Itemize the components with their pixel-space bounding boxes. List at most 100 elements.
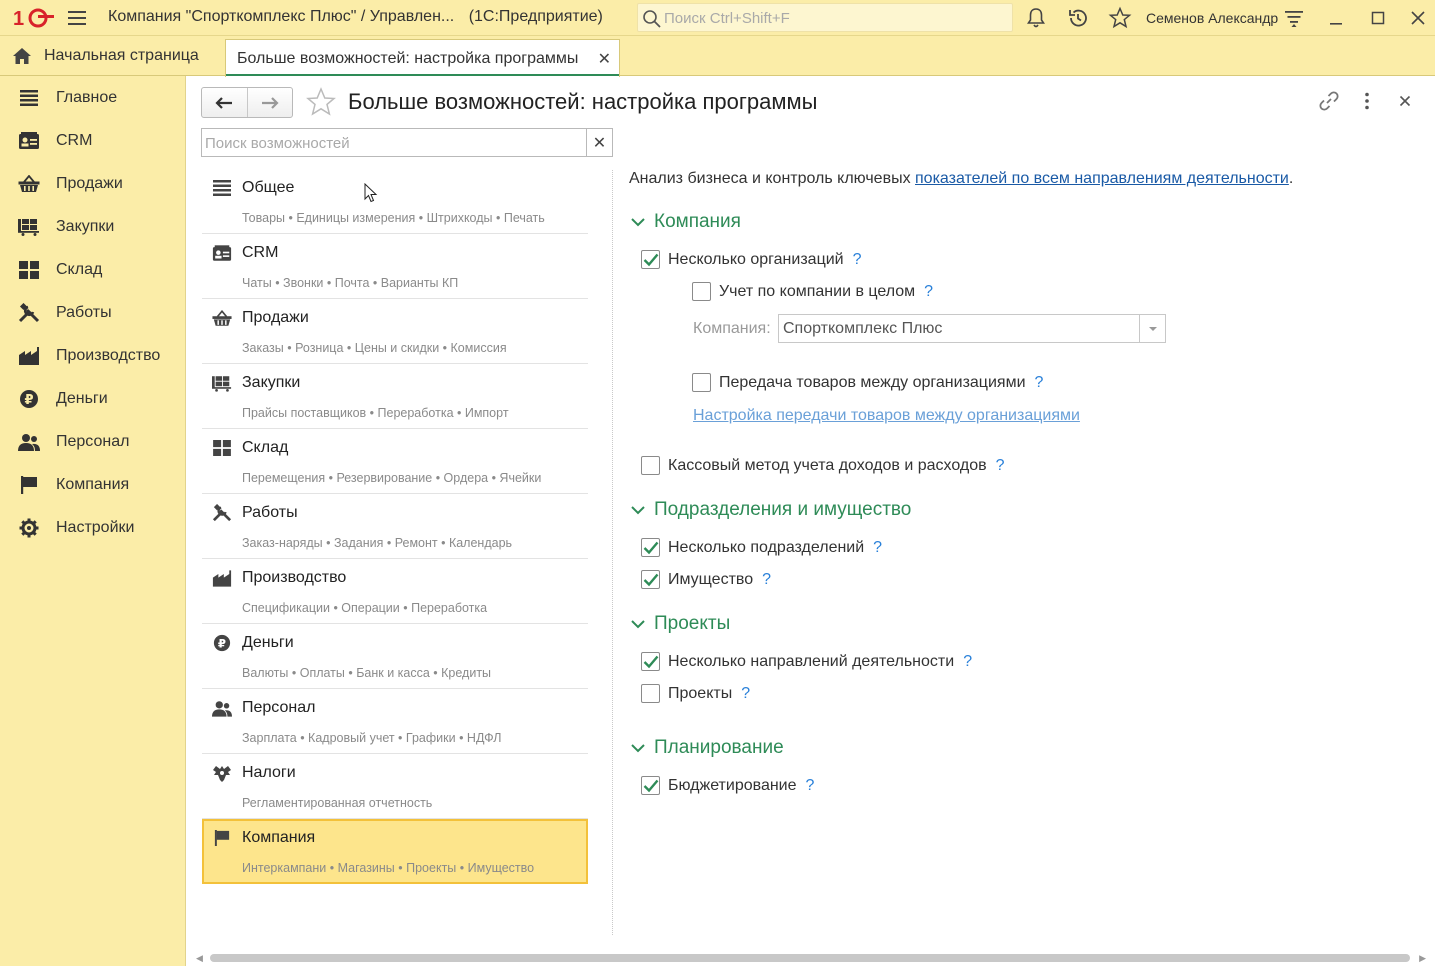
- option-multi-dir[interactable]: Несколько направлений деятельности ?: [641, 652, 972, 671]
- option-company-whole[interactable]: Учет по компании в целом ?: [692, 282, 933, 301]
- section-item[interactable]: CRM Чаты • Звонки • Почта • Варианты КП: [202, 234, 588, 299]
- section-item[interactable]: Закупки Прайсы поставщиков • Переработка …: [202, 364, 588, 429]
- sidebar-item-staff[interactable]: Персонал: [0, 420, 186, 463]
- help-icon[interactable]: ?: [741, 685, 750, 703]
- scroll-right-icon[interactable]: ▶: [1419, 953, 1426, 964]
- section-name[interactable]: Персонал: [242, 699, 315, 717]
- close-form-icon[interactable]: [1394, 90, 1416, 112]
- feature-search[interactable]: ✕: [201, 128, 613, 157]
- mouse-cursor-icon: [364, 183, 378, 203]
- section-item[interactable]: Персонал Зарплата • Кадровый учет • Графи…: [202, 689, 588, 754]
- tab-home-page[interactable]: Начальная страница: [0, 36, 222, 76]
- link-icon[interactable]: [1318, 90, 1340, 112]
- option-cash-method[interactable]: Кассовый метод учета доходов и расходов …: [641, 456, 1005, 475]
- more-actions-icon[interactable]: [1356, 90, 1378, 112]
- option-transfer[interactable]: Передача товаров между организациями ?: [692, 373, 1043, 392]
- checkbox-transfer[interactable]: [692, 373, 711, 392]
- sidebar-item-crm[interactable]: CRM: [0, 119, 186, 162]
- section-subtitle: Интеркампани • Магазины • Проекты • Имущ…: [242, 861, 535, 875]
- section-item[interactable]: Налоги Регламентированная отчетность: [202, 754, 588, 819]
- checkbox-cash-method[interactable]: [641, 456, 660, 475]
- option-multi-div[interactable]: Несколько подразделений ?: [641, 538, 882, 557]
- group-divisions-header[interactable]: Подразделения и имущество: [630, 499, 911, 521]
- option-projects[interactable]: Проекты ?: [641, 684, 750, 703]
- sidebar-item-settings[interactable]: Настройки: [0, 506, 186, 549]
- forward-button[interactable]: [248, 88, 293, 117]
- section-item[interactable]: ₽ Деньги Валюты • Оплаты • Банк и касса • …: [202, 624, 588, 689]
- tab-settings-page[interactable]: Больше возможностей: настройка программы…: [225, 39, 620, 77]
- help-icon[interactable]: ?: [762, 571, 771, 589]
- section-item[interactable]: Общее Товары • Единицы измерения • Штрихк…: [202, 169, 588, 234]
- group-planning-header[interactable]: Планирование: [630, 737, 784, 759]
- checkmark-icon: [643, 541, 658, 554]
- main-menu-icon[interactable]: [64, 6, 90, 30]
- user-name[interactable]: Семенов Александр: [1146, 10, 1278, 26]
- checkbox-company-whole[interactable]: [692, 282, 711, 301]
- sidebar-item-main[interactable]: Главное: [0, 76, 186, 119]
- sidebar-item-company[interactable]: Компания: [0, 463, 186, 506]
- help-icon[interactable]: ?: [963, 653, 972, 671]
- help-icon[interactable]: ?: [806, 777, 815, 795]
- back-button[interactable]: [202, 88, 248, 117]
- maximize-icon[interactable]: [1366, 6, 1390, 30]
- checkbox-projects[interactable]: [641, 684, 660, 703]
- section-item[interactable]: Продажи Заказы • Розница • Цены и скидки …: [202, 299, 588, 364]
- group-projects-header[interactable]: Проекты: [630, 613, 730, 635]
- transfer-settings-link[interactable]: Настройка передачи товаров между организ…: [693, 407, 1080, 425]
- feature-search-input[interactable]: [205, 133, 585, 153]
- help-icon[interactable]: ?: [1035, 374, 1044, 392]
- section-name[interactable]: Общее: [242, 179, 294, 197]
- kpi-link[interactable]: показателей по всем направлениям деятель…: [915, 170, 1289, 187]
- section-name[interactable]: Продажи: [242, 309, 309, 327]
- help-icon[interactable]: ?: [853, 251, 862, 269]
- global-search-input[interactable]: [664, 8, 1004, 28]
- section-item[interactable]: Работы Заказ-наряды • Задания • Ремонт • …: [202, 494, 588, 559]
- checkbox-budgeting[interactable]: [641, 776, 660, 795]
- section-name[interactable]: Налоги: [242, 764, 296, 782]
- clear-search-button[interactable]: ✕: [586, 129, 612, 156]
- sidebar-item-works[interactable]: Работы: [0, 291, 186, 334]
- sidebar-item-money[interactable]: ₽ Деньги: [0, 377, 186, 420]
- option-budgeting[interactable]: Бюджетирование ?: [641, 776, 814, 795]
- section-name[interactable]: Закупки: [242, 374, 300, 392]
- section-name[interactable]: Компания: [242, 829, 315, 847]
- section-name[interactable]: CRM: [242, 244, 278, 262]
- minimize-icon[interactable]: [1324, 6, 1348, 30]
- dropdown-arrow-icon[interactable]: [1139, 315, 1165, 342]
- section-name[interactable]: Деньги: [242, 634, 294, 652]
- section-item[interactable]: Компания Интеркампани • Магазины • Проект…: [202, 819, 588, 884]
- sidebar-item-production[interactable]: Производство: [0, 334, 186, 377]
- 1c-logo[interactable]: 1: [12, 6, 56, 30]
- section-name[interactable]: Работы: [242, 504, 298, 522]
- settings-menu-icon[interactable]: [1282, 6, 1306, 30]
- scroll-left-icon[interactable]: ◀: [196, 953, 203, 964]
- section-name[interactable]: Производство: [242, 569, 346, 587]
- add-favorite-star-icon[interactable]: [305, 87, 337, 117]
- checkbox-multi-div[interactable]: [641, 538, 660, 557]
- close-window-icon[interactable]: [1406, 6, 1430, 30]
- bell-icon[interactable]: [1024, 6, 1048, 30]
- help-icon[interactable]: ?: [996, 457, 1005, 475]
- sidebar-item-warehouse[interactable]: Склад: [0, 248, 186, 291]
- section-item[interactable]: Склад Перемещения • Резервирование • Орде…: [202, 429, 588, 494]
- sidebar-item-label: Персонал: [56, 432, 130, 450]
- checkbox-multi-org[interactable]: [641, 250, 660, 269]
- close-tab-icon[interactable]: ✕: [598, 49, 611, 69]
- sidebar-item-sales[interactable]: Продажи: [0, 162, 186, 205]
- company-select[interactable]: Спорткомплекс Плюс: [778, 314, 1166, 343]
- option-property[interactable]: Имущество ?: [641, 570, 771, 589]
- help-icon[interactable]: ?: [873, 539, 882, 557]
- help-icon[interactable]: ?: [924, 283, 933, 301]
- history-icon[interactable]: [1066, 6, 1090, 30]
- checkbox-property[interactable]: [641, 570, 660, 589]
- checkbox-multi-dir[interactable]: [641, 652, 660, 671]
- horizontal-scrollbar[interactable]: ◀ ▶: [196, 950, 1426, 966]
- option-multi-org[interactable]: Несколько организаций ?: [641, 250, 862, 269]
- section-item[interactable]: Производство Спецификации • Операции • Пе…: [202, 559, 588, 624]
- group-company-header[interactable]: Компания: [630, 211, 741, 233]
- favorites-star-icon[interactable]: [1108, 6, 1132, 30]
- sidebar-item-purchases[interactable]: Закупки: [0, 205, 186, 248]
- scrollbar-thumb[interactable]: [210, 954, 1410, 962]
- section-name[interactable]: Склад: [242, 439, 288, 457]
- global-search[interactable]: [637, 3, 1013, 32]
